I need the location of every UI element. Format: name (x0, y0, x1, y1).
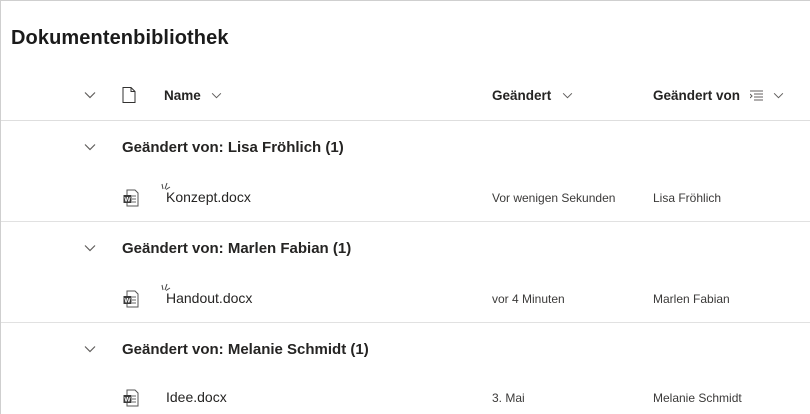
chevron-down-icon (211, 93, 222, 99)
chevron-down-icon[interactable] (84, 91, 96, 99)
chevron-down-icon (773, 93, 784, 99)
modified-cell: 3. Mai (492, 391, 525, 405)
column-header-modified-by-label: Geändert von (653, 88, 741, 103)
column-header-modified-by[interactable]: Geändert von (653, 87, 784, 105)
column-header-modified-label: Geändert (492, 88, 552, 103)
word-file-icon: W (123, 290, 139, 308)
group-header[interactable]: Geändert von: Melanie Schmidt (1) (1, 324, 810, 374)
modified-by-cell: Melanie Schmidt (653, 391, 742, 405)
svg-text:W: W (124, 397, 131, 404)
word-file-icon: W (123, 189, 139, 207)
svg-text:W: W (124, 298, 131, 305)
file-name-link[interactable]: Konzept.docx (166, 189, 251, 205)
column-header-modified[interactable]: Geändert (492, 87, 573, 105)
filter-icon (750, 90, 764, 101)
table-row[interactable]: W Handout.docx vor 4 Minuten Marlen Fabi… (1, 273, 810, 323)
page-title: Dokumentenbibliothek (11, 27, 229, 49)
column-header-row: Name Geändert Geändert von (1, 69, 810, 121)
document-icon (122, 87, 136, 103)
file-name-link[interactable]: Handout.docx (166, 290, 252, 306)
modified-by-cell: Lisa Fröhlich (653, 191, 722, 205)
chevron-down-icon (562, 93, 572, 99)
group-label: Geändert von: Lisa Fröhlich (1) (122, 139, 344, 156)
table-row[interactable]: W Idee.docx 3. Mai Melanie Schmidt (1, 374, 810, 414)
modified-cell: Vor wenigen Sekunden (492, 191, 616, 205)
group-header[interactable]: Geändert von: Lisa Fröhlich (1) (1, 122, 810, 172)
file-name-link[interactable]: Idee.docx (166, 389, 227, 405)
modified-by-cell: Marlen Fabian (653, 292, 730, 306)
table-row[interactable]: W Konzept.docx Vor wenigen Sekunden Lisa… (1, 172, 810, 222)
group-label: Geändert von: Melanie Schmidt (1) (122, 341, 369, 358)
document-library: Dokumentenbibliothek Name Geändert Geänd… (0, 0, 810, 414)
chevron-down-icon[interactable] (84, 143, 96, 151)
group-header[interactable]: Geändert von: Marlen Fabian (1) (1, 223, 810, 273)
group-label: Geändert von: Marlen Fabian (1) (122, 240, 352, 257)
svg-text:W: W (124, 197, 131, 204)
column-header-name[interactable]: Name (164, 87, 222, 105)
word-file-icon: W (123, 389, 139, 407)
chevron-down-icon[interactable] (84, 345, 96, 353)
modified-cell: vor 4 Minuten (492, 292, 565, 306)
chevron-down-icon[interactable] (84, 244, 96, 252)
column-header-name-label: Name (164, 88, 201, 103)
